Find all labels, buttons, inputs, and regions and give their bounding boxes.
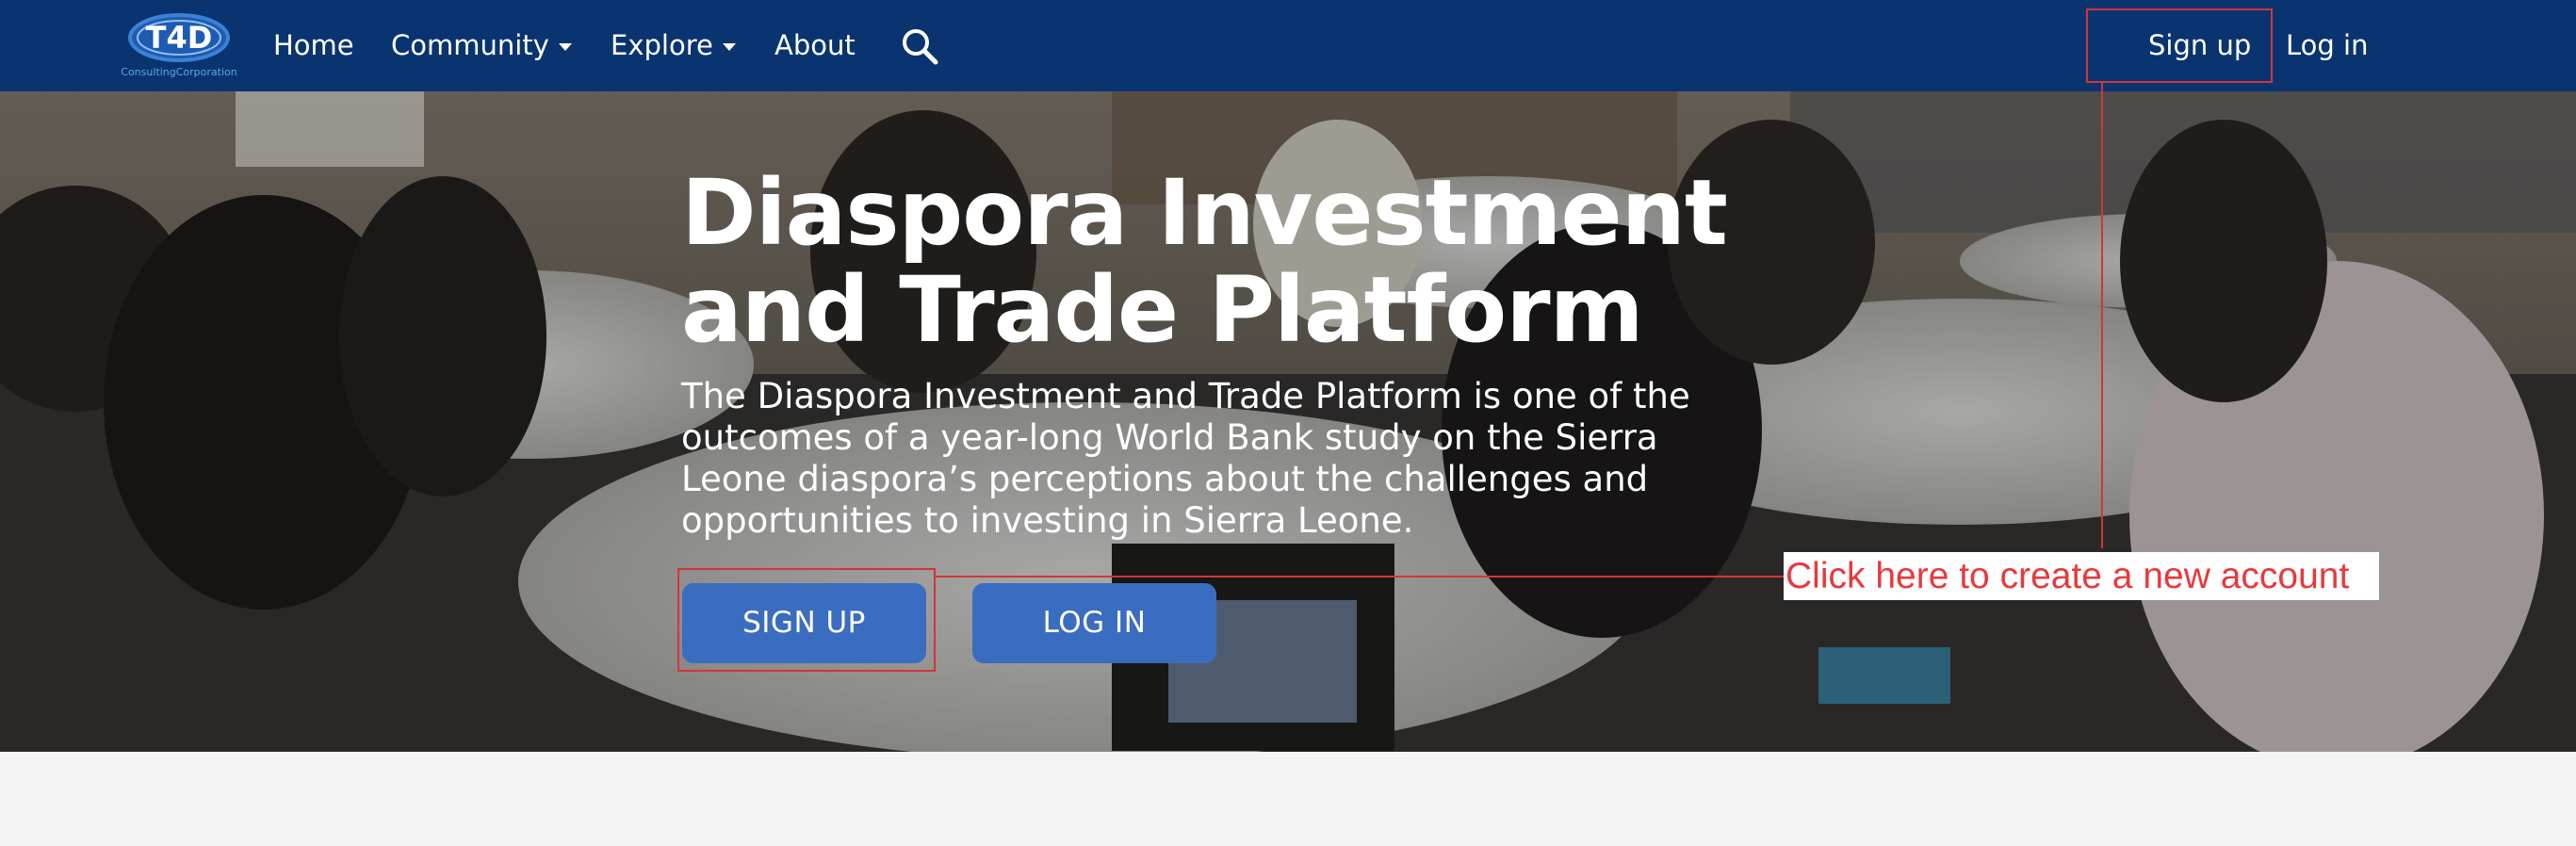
hero-title-line-2: and Trade Platform — [681, 257, 1644, 363]
logo-icon: T4D — [128, 13, 230, 62]
logo-text: T4D — [146, 20, 213, 56]
hero-signup-highlight — [677, 568, 936, 672]
nav-home[interactable]: Home — [273, 26, 354, 64]
annotation-connector-line — [936, 576, 1784, 578]
annotation-callout: Click here to create a new account — [1784, 552, 2379, 600]
hero-description-line: Leone diaspora’s perceptions about the c… — [681, 459, 1649, 499]
hero-description-line: The Diaspora Investment and Trade Platfo… — [681, 376, 1690, 416]
hero-title: Diaspora Investment and Trade Platform — [681, 165, 1906, 359]
site-logo[interactable]: T4D ConsultingCorporation — [121, 9, 237, 79]
chevron-down-icon — [558, 43, 572, 51]
nav-explore-label: Explore — [611, 29, 713, 61]
hero-section: Diaspora Investment and Trade Platform T… — [0, 91, 2576, 752]
nav-about-label: About — [774, 29, 856, 61]
page-body-background — [0, 752, 2576, 846]
search-icon[interactable] — [900, 26, 939, 66]
hero-description-line: outcomes of a year-long World Bank study… — [681, 417, 1658, 458]
nav-explore[interactable]: Explore — [611, 26, 736, 64]
hero-title-line-1: Diaspora Investment — [681, 160, 1728, 266]
hero-description: The Diaspora Investment and Trade Platfo… — [681, 376, 1784, 542]
hero-description-line: opportunities to investing in Sierra Leo… — [681, 500, 1414, 541]
nav-home-label: Home — [273, 29, 354, 61]
nav-community-label: Community — [391, 29, 549, 61]
nav-login-link[interactable]: Log in — [2286, 26, 2368, 64]
nav-signup-highlight — [2086, 8, 2273, 83]
hero-login-button[interactable]: LOG IN — [972, 583, 1216, 663]
nav-community[interactable]: Community — [391, 26, 572, 64]
nav-about[interactable]: About — [774, 26, 856, 64]
nav-login-label: Log in — [2286, 29, 2369, 61]
logo-subtext: ConsultingCorporation — [121, 66, 237, 78]
chevron-down-icon — [722, 43, 736, 51]
annotation-connector-line — [2101, 83, 2103, 548]
